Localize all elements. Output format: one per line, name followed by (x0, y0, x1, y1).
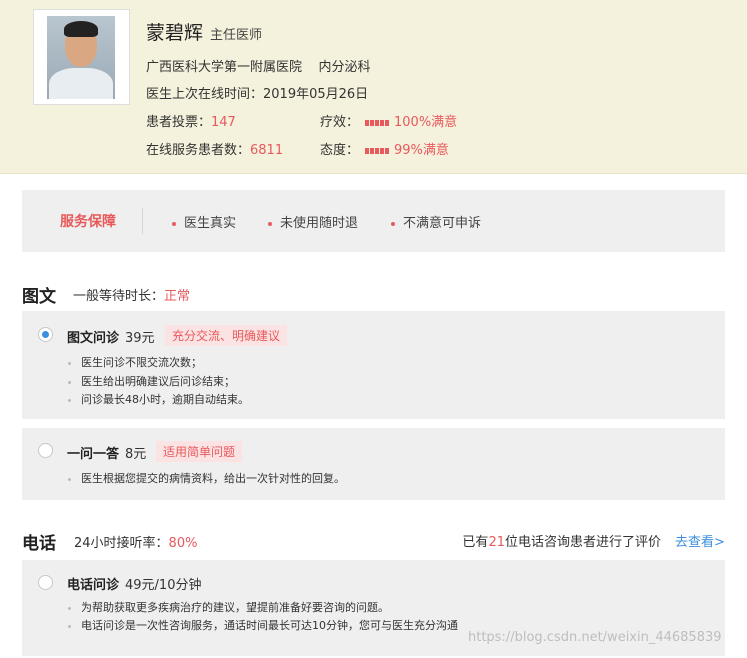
service-name: 电话问诊 (67, 578, 120, 593)
service-guarantee: 服务保障 医生真实 未使用随时退 不满意可申诉 (22, 190, 725, 252)
attitude-value: 99%满意 (394, 143, 449, 158)
rate-label: 24小时接听率： (74, 536, 169, 551)
doctor-header: 蒙碧辉 主任医师 广西医科大学第一附属医院 内分泌科 医生上次在线时间：2019… (0, 0, 747, 174)
guarantee-item: 医生真实 (172, 212, 236, 231)
efficacy-bar (365, 115, 390, 130)
guarantee-item: 不满意可申诉 (391, 212, 481, 231)
wait-label: 一般等待时长： (73, 289, 165, 304)
served-value: 6811 (250, 143, 284, 158)
doctor-name: 蒙碧辉 (146, 22, 204, 44)
service-name: 一问一答 (67, 447, 120, 462)
list-item: 医生给出明确建议后问诊结束； (68, 373, 235, 389)
efficacy-label: 疗效： (320, 115, 360, 130)
review-summary: 已有21位电话咨询患者进行了评价 (462, 535, 661, 550)
last-online-label: 医生上次在线时间： (146, 87, 264, 102)
list-item: 医生问诊不限交流次数； (68, 354, 202, 370)
attitude-stat: 态度： 99%满意 (320, 139, 449, 158)
hospital-name: 广西医科大学第一附属医院 (146, 60, 303, 75)
service-tag: 适用简单问题 (156, 441, 243, 462)
watermark: https://blog.csdn.net/weixin_44685839 (468, 630, 722, 645)
list-item: 电话问诊是一次性咨询服务，通话时间最长可达10分钟，您可与医生充分沟通 (68, 617, 458, 633)
service-price: 49元/10分钟 (125, 578, 202, 593)
service-price: 8元 (125, 447, 147, 462)
service-card-one-question[interactable]: 一问一答 8元 适用简单问题 医生根据您提交的病情资料，给出一次针对性的回复。 (22, 428, 725, 500)
bullet-dot-icon (391, 221, 395, 226)
efficacy-value: 100%满意 (394, 115, 458, 130)
service-card-text-consult[interactable]: 图文问诊 39元 充分交流、明确建议 医生问诊不限交流次数； 医生给出明确建议后… (22, 311, 725, 419)
votes-stat: 患者投票：147 (146, 111, 236, 130)
wait-time: 一般等待时长：正常 (73, 285, 190, 304)
answer-rate: 24小时接听率：80% (74, 532, 197, 551)
bullet-dot-icon (172, 221, 176, 226)
service-tag: 充分交流、明确建议 (165, 325, 288, 346)
list-item: 医生根据您提交的病情资料，给出一次针对性的回复。 (68, 470, 345, 486)
doctor-title: 主任医师 (210, 28, 263, 43)
section-title-text: 图文 (22, 287, 56, 307)
last-online-value: 2019年05月26日 (263, 87, 369, 102)
served-label: 在线服务患者数： (146, 143, 251, 158)
service-price: 39元 (125, 331, 155, 346)
bullet-dot-icon (268, 221, 272, 226)
rate-value: 80% (168, 536, 198, 551)
attitude-label: 态度： (320, 143, 360, 158)
attitude-bar (365, 143, 390, 158)
votes-label: 患者投票： (146, 115, 212, 130)
radio-selected[interactable] (38, 327, 53, 342)
radio-unselected[interactable] (38, 575, 53, 590)
doctor-hospital: 广西医科大学第一附属医院 内分泌科 (146, 56, 371, 75)
votes-value: 147 (211, 115, 236, 130)
radio-unselected[interactable] (38, 443, 53, 458)
view-reviews-link[interactable]: 去查看> (675, 531, 725, 550)
section-title-phone: 电话 (22, 534, 56, 554)
last-online: 医生上次在线时间：2019年05月26日 (146, 83, 368, 102)
guarantee-item: 未使用随时退 (268, 212, 358, 231)
divider (142, 208, 143, 234)
list-item: 为帮助获取更多疾病治疗的建议，望提前准备好要咨询的问题。 (68, 599, 389, 615)
department-name: 内分泌科 (318, 60, 371, 75)
guarantee-title: 服务保障 (60, 214, 116, 230)
wait-value: 正常 (164, 289, 191, 304)
doctor-avatar-frame (33, 9, 130, 105)
list-item: 问诊最长48小时，逾期自动结束。 (68, 391, 249, 407)
avatar (47, 16, 115, 99)
review-count: 21 (488, 535, 505, 550)
served-stat: 在线服务患者数：6811 (146, 139, 283, 158)
efficacy-stat: 疗效： 100%满意 (320, 111, 457, 130)
service-name: 图文问诊 (67, 331, 120, 346)
